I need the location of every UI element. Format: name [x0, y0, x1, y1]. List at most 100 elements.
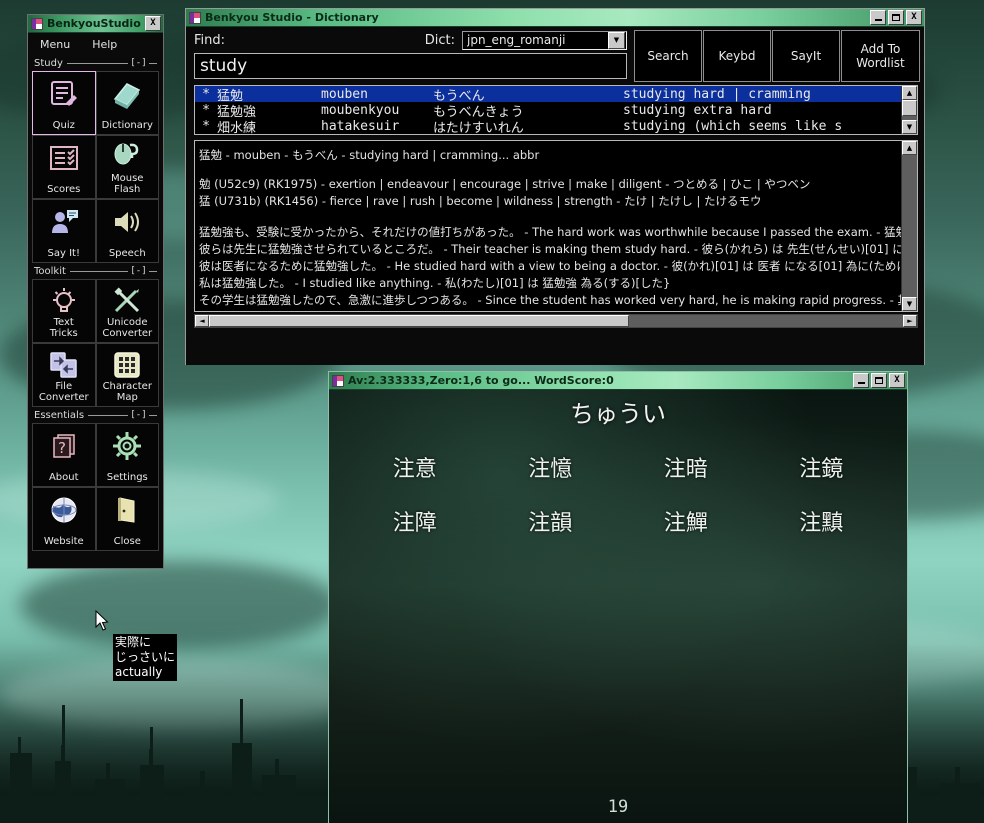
quiz-option[interactable]: 注韻	[483, 505, 619, 537]
scroll-left-icon[interactable]: ◄	[195, 315, 209, 327]
sidebar-item-file-converter[interactable]: File Converter	[32, 343, 96, 407]
scroll-thumb[interactable]	[902, 100, 917, 116]
quiz-icon	[49, 77, 79, 111]
scroll-up-icon[interactable]: ▲	[902, 86, 917, 100]
say-it-icon	[49, 205, 79, 239]
sidebar-item-close[interactable]: Close	[96, 487, 160, 551]
sidebar-item-quiz[interactable]: Quiz	[32, 71, 96, 135]
definition-line: 猛勉強も、受験に受かったから、それだけの値打ちがあった。 - The hard …	[199, 224, 901, 241]
scroll-thumb[interactable]	[209, 315, 629, 327]
definition-line: 勉 (U52c9) (RK1975) - exertion | endeavou…	[199, 176, 901, 193]
maximize-icon[interactable]	[888, 10, 904, 25]
mouse-pointer	[95, 610, 109, 632]
quiz-option[interactable]: 注鱓	[618, 505, 754, 537]
unicode-converter-icon	[112, 285, 142, 317]
definition-line: 私は猛勉強した。 - I studied like anything. - 私(…	[199, 275, 901, 292]
quiz-option[interactable]: 注暗	[618, 451, 754, 483]
scroll-right-icon[interactable]: ►	[903, 315, 917, 327]
divider	[67, 63, 128, 64]
result-english: studying extra hard	[623, 103, 901, 118]
close-icon[interactable]: X	[145, 16, 161, 31]
quiz-option[interactable]: 注障	[347, 505, 483, 537]
favorite-star-icon[interactable]: *	[195, 119, 217, 134]
menu-item-menu[interactable]: Menu	[40, 38, 70, 51]
group-toolkit-label: Toolkit	[34, 266, 66, 277]
tooltip-kanji: 実際に	[115, 635, 175, 650]
collapse-toggle[interactable]: [ - ]	[132, 266, 146, 276]
definition-line: 彼は医者になるために猛勉強した。 - He studied hard with …	[199, 258, 901, 275]
sidebar-item-text-tricks[interactable]: Text Tricks	[32, 279, 96, 343]
quiz-window[interactable]: Av:2.333333,Zero:1,6 to go... WordScore:…	[328, 371, 908, 823]
sidebar-item-website[interactable]: Website	[32, 487, 96, 551]
definition-pane[interactable]: 猛勉 - mouben - もうべん - studying hard | cra…	[194, 140, 918, 312]
sidebar-item-speech-label: Speech	[109, 248, 146, 262]
scroll-track[interactable]	[629, 315, 903, 327]
add-to-wordlist-button[interactable]: Add To Wordlist	[841, 30, 920, 82]
favorite-star-icon[interactable]: *	[195, 87, 217, 102]
sidebar-item-scores[interactable]: Scores	[32, 135, 96, 199]
launcher-window[interactable]: BenkyouStudio X Menu Help Study [ - ] Qu…	[27, 14, 164, 569]
definition-hscrollbar[interactable]: ◄ ►	[194, 314, 918, 328]
scroll-down-icon[interactable]: ▼	[902, 120, 917, 134]
group-study-header[interactable]: Study [ - ]	[32, 55, 159, 71]
sidebar-item-character-map[interactable]: Character Map	[96, 343, 160, 407]
minimize-icon[interactable]	[870, 10, 886, 25]
maximize-icon[interactable]	[871, 373, 887, 388]
group-toolkit-header[interactable]: Toolkit [ - ]	[32, 263, 159, 279]
results-scrollbar[interactable]: ▲ ▼	[901, 86, 917, 134]
sidebar-item-settings-label: Settings	[107, 472, 148, 486]
quiz-option[interactable]: 注憶	[483, 451, 619, 483]
result-kanji: 畑水練	[217, 117, 321, 135]
table-row[interactable]: * 畑水練 hatakesuir はたけすいれん studying (which…	[195, 118, 901, 134]
sidebar-item-mouse-flash-label: Scores	[47, 184, 80, 198]
sidebar-item-say-it[interactable]: Say It!	[32, 199, 96, 263]
scroll-up-icon[interactable]: ▲	[902, 141, 917, 155]
favorite-star-icon[interactable]: *	[195, 103, 217, 118]
sayit-button[interactable]: SayIt	[772, 30, 840, 82]
sidebar-item-about-label: About	[49, 472, 79, 486]
quiz-option[interactable]: 注意	[347, 451, 483, 483]
search-input[interactable]: study	[194, 53, 627, 79]
group-essentials-header[interactable]: Essentials [ - ]	[32, 407, 159, 423]
chevron-down-icon[interactable]: ▼	[608, 32, 625, 49]
divider	[149, 63, 157, 64]
sidebar-item-unicode-converter-label: Unicode Converter	[102, 317, 152, 342]
sidebar-item-settings[interactable]: Settings	[96, 423, 160, 487]
tooltip-kana: じっさいに	[115, 650, 175, 665]
sidebar-item-mouse-flash[interactable]: Mouse Flash	[96, 135, 160, 199]
group-essentials-label: Essentials	[34, 410, 84, 421]
quiz-option[interactable]: 注黰	[754, 505, 890, 537]
dictionary-window[interactable]: Benkyou Studio - Dictionary X Find: Dict…	[185, 8, 925, 365]
tooltip-english: actually	[115, 665, 175, 680]
quiz-option[interactable]: 注鏡	[754, 451, 890, 483]
sidebar-item-speech[interactable]: Speech	[96, 199, 160, 263]
sidebar-item-website-label: Website	[44, 536, 84, 550]
divider	[70, 271, 128, 272]
group-study: Study [ - ] Quiz Dictionary	[28, 55, 163, 263]
close-icon[interactable]: X	[906, 10, 922, 25]
about-question-icon: ?	[50, 429, 78, 463]
sidebar-item-unicode-converter[interactable]: Unicode Converter	[96, 279, 160, 343]
search-button[interactable]: Search	[634, 30, 702, 82]
collapse-toggle[interactable]: [ - ]	[132, 58, 146, 68]
definition-scrollbar[interactable]: ▲ ▼	[901, 141, 917, 311]
quiz-titlebar[interactable]: Av:2.333333,Zero:1,6 to go... WordScore:…	[329, 372, 907, 390]
svg-text:?: ?	[58, 439, 66, 457]
quiz-prompt: ちゅうい	[329, 390, 907, 429]
scroll-down-icon[interactable]: ▼	[902, 297, 917, 311]
results-list[interactable]: * 猛勉 mouben もうべん studying hard | crammin…	[194, 85, 918, 135]
keyboard-button[interactable]: Keybd	[703, 30, 771, 82]
dictionary-select[interactable]: jpn_eng_romanji ▼	[462, 31, 627, 50]
minimize-icon[interactable]	[853, 373, 869, 388]
app-icon	[189, 12, 201, 24]
collapse-toggle[interactable]: [ - ]	[132, 410, 146, 420]
sidebar-item-about[interactable]: ? About	[32, 423, 96, 487]
close-icon[interactable]: X	[889, 373, 905, 388]
scroll-track[interactable]	[902, 155, 917, 297]
menu-item-help[interactable]: Help	[92, 38, 117, 51]
divider	[149, 271, 157, 272]
sidebar-item-dictionary[interactable]: Dictionary	[96, 71, 160, 135]
dictionary-titlebar[interactable]: Benkyou Studio - Dictionary X	[186, 9, 924, 27]
launcher-title: BenkyouStudio	[47, 17, 145, 30]
launcher-titlebar[interactable]: BenkyouStudio X	[28, 15, 163, 33]
